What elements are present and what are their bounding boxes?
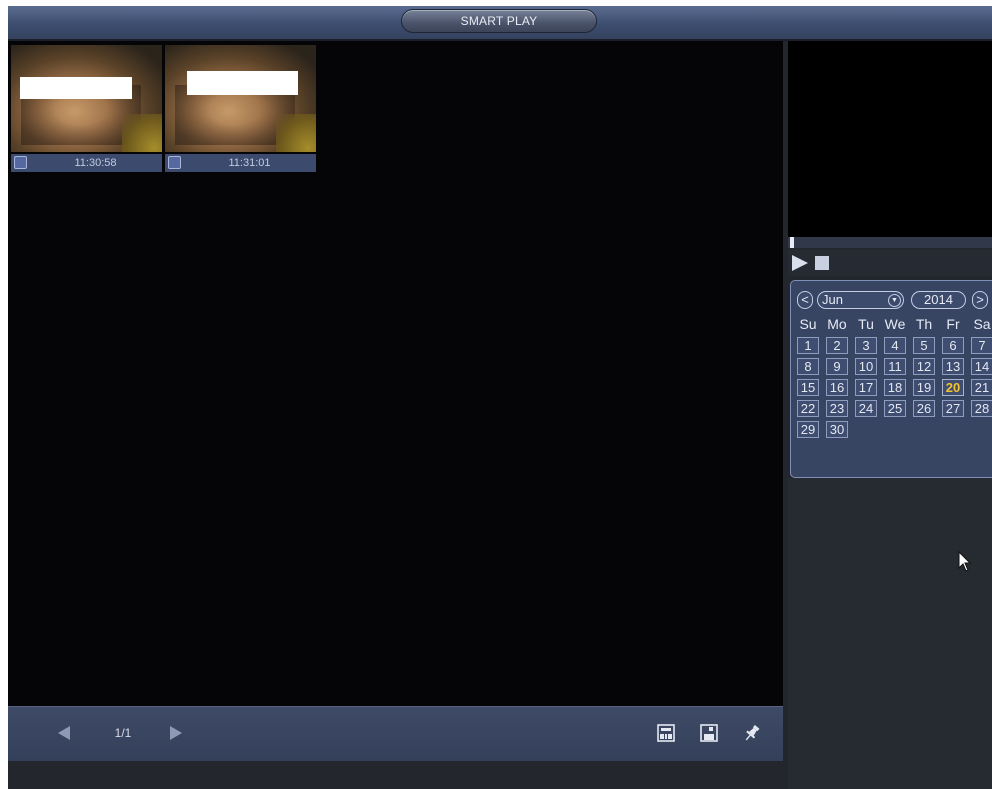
smart-play-window: SMART PLAY 11:30:58 11:31:01 1/1 < Jun ▼…	[8, 6, 992, 789]
prev-page-button[interactable]	[52, 721, 76, 745]
save-button[interactable]	[697, 721, 721, 745]
window-title: SMART PLAY	[401, 9, 597, 33]
calendar-day[interactable]: 7	[971, 337, 992, 354]
stop-icon	[815, 256, 829, 270]
weekday-label: Fr	[946, 316, 960, 332]
backup-button[interactable]	[654, 721, 678, 745]
calendar-day[interactable]: 29	[797, 421, 819, 438]
calendar-day[interactable]: 1	[797, 337, 819, 354]
calendar-panel: < Jun ▼ 2014 > Su Mo Tu We Th Fr Sa 1234567891…	[790, 280, 992, 478]
weekday-label: Su	[799, 316, 817, 332]
calendar-day[interactable]: 5	[913, 337, 935, 354]
calendar-day[interactable]: 15	[797, 379, 819, 396]
thumbnail-card[interactable]: 11:31:01	[165, 45, 316, 172]
weekday-label: Mo	[827, 316, 847, 332]
calendar-day[interactable]: 25	[884, 400, 906, 417]
triangle-right-icon	[170, 726, 182, 740]
save-icon	[700, 724, 718, 742]
calendar-day[interactable]: 23	[826, 400, 848, 417]
calendar-day[interactable]: 6	[942, 337, 964, 354]
face-thumbnail-image[interactable]	[165, 45, 316, 152]
page-indicator: 1/1	[114, 726, 132, 740]
playback-controls	[788, 250, 992, 276]
calendar-day[interactable]: 12	[913, 358, 935, 375]
weekday-label: Th	[915, 316, 933, 332]
triangle-left-icon	[58, 726, 70, 740]
calendar-day[interactable]: 16	[826, 379, 848, 396]
calendar-day[interactable]: 3	[855, 337, 877, 354]
calendar-day[interactable]: 8	[797, 358, 819, 375]
calendar-day[interactable]: 26	[913, 400, 935, 417]
mouse-cursor-icon	[958, 551, 972, 572]
calendar-day[interactable]: 9	[826, 358, 848, 375]
redaction-box	[187, 71, 298, 95]
play-button[interactable]	[791, 254, 809, 272]
thumbnail-card[interactable]: 11:30:58	[11, 45, 162, 172]
calendar-day[interactable]: 2	[826, 337, 848, 354]
calendar-day[interactable]: 17	[855, 379, 877, 396]
calendar-day[interactable]: 19	[913, 379, 935, 396]
play-icon	[792, 255, 808, 271]
calendar-day[interactable]: 13	[942, 358, 964, 375]
backup-icon	[657, 724, 675, 742]
calendar-day[interactable]: 28	[971, 400, 992, 417]
month-value: Jun	[822, 292, 843, 307]
calendar-next-month-button[interactable]: >	[972, 291, 988, 309]
year-field[interactable]: 2014	[911, 291, 966, 309]
title-bar: SMART PLAY	[8, 6, 992, 41]
calendar-day[interactable]: 22	[797, 400, 819, 417]
stop-button[interactable]	[815, 256, 829, 270]
thumbnail-time: 11:30:58	[74, 157, 117, 169]
face-thumbnail-image[interactable]	[11, 45, 162, 152]
select-checkbox[interactable]	[168, 156, 181, 169]
weekday-label: Tu	[858, 316, 874, 332]
calendar-prev-month-button[interactable]: <	[797, 291, 813, 309]
redaction-box	[20, 77, 132, 99]
next-page-button[interactable]	[164, 721, 188, 745]
progress-handle[interactable]	[790, 237, 794, 248]
calendar-day[interactable]: 4	[884, 337, 906, 354]
calendar-day[interactable]: 21	[971, 379, 992, 396]
calendar-day[interactable]: 30	[826, 421, 848, 438]
weekday-label: We	[884, 316, 906, 332]
month-select[interactable]: Jun ▼	[817, 291, 904, 309]
calendar-day[interactable]: 27	[942, 400, 964, 417]
thumbnail-grid: 11:30:58 11:31:01	[8, 41, 783, 706]
side-panel-empty	[788, 478, 992, 789]
playback-progress-bar[interactable]	[788, 237, 992, 248]
calendar-day[interactable]: 24	[855, 400, 877, 417]
calendar-day[interactable]: 14	[971, 358, 992, 375]
select-checkbox[interactable]	[14, 156, 27, 169]
thumbnail-caption-bar: 11:31:01	[165, 154, 316, 172]
weekday-label: Sa	[973, 316, 991, 332]
bottom-toolbar: 1/1	[8, 706, 783, 761]
video-preview[interactable]	[788, 41, 992, 237]
calendar-day[interactable]: 10	[855, 358, 877, 375]
calendar-day[interactable]: 11	[884, 358, 906, 375]
thumbnail-time: 11:31:01	[228, 157, 271, 169]
calendar-day[interactable]: 20	[942, 379, 964, 396]
chevron-down-icon: ▼	[888, 294, 901, 307]
thumbnail-caption-bar: 11:30:58	[11, 154, 162, 172]
pin-icon	[745, 724, 760, 741]
pin-button[interactable]	[740, 721, 764, 745]
calendar-day[interactable]: 18	[884, 379, 906, 396]
